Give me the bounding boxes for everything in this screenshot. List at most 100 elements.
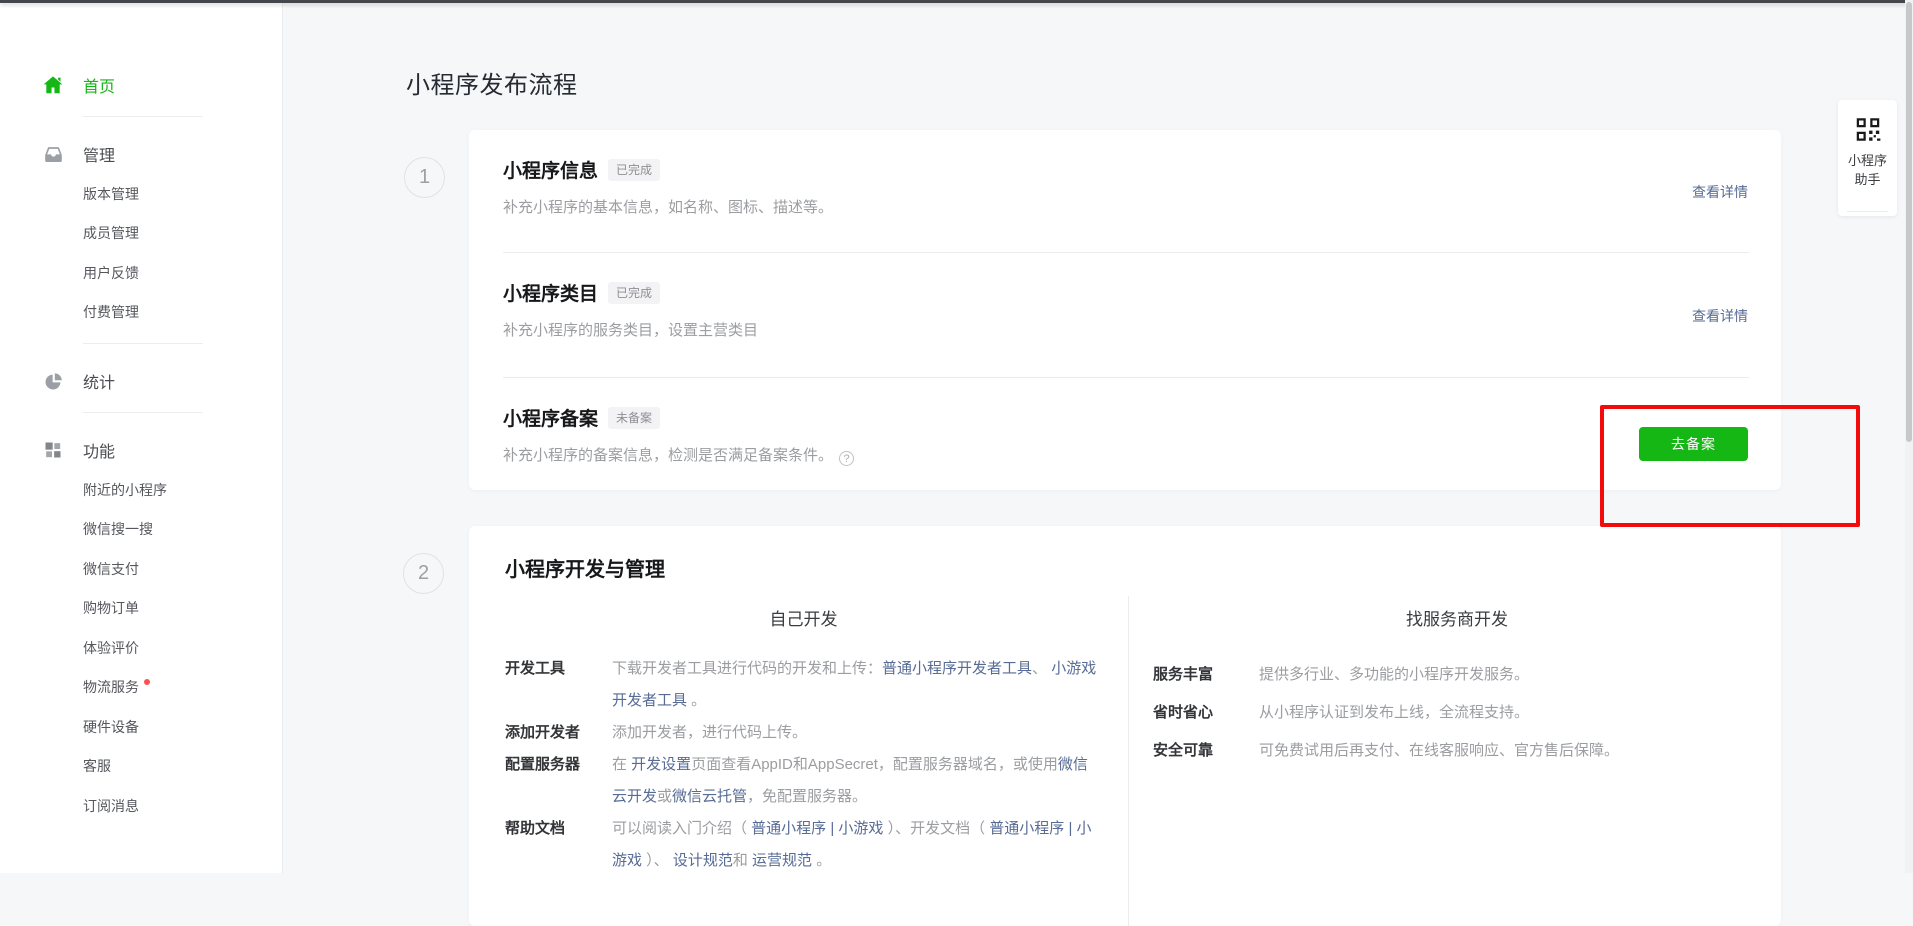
sidebar-item-label: 购物订单 [83,598,139,618]
sidebar-item-label: 首页 [83,73,115,97]
sidebar-item-用户反馈[interactable]: 用户反馈 [0,253,282,293]
sidebar-item-成员管理[interactable]: 成员管理 [0,214,282,254]
sidebar-item-硬件设备[interactable]: 硬件设备 [0,707,282,747]
home-icon [42,74,64,96]
inline-text: ）、开发文档（ [883,820,989,837]
develop-row-description: 下载开发者工具进行代码的开发和上传：普通小程序开发者工具、 小游戏开发者工具 。 [612,653,1102,717]
top-dark-strip [0,0,1913,3]
sidebar-item-客服[interactable]: 客服 [0,747,282,787]
inline-link[interactable]: | [1064,820,1076,837]
qr-code-icon [1854,116,1882,143]
develop-row-description: 添加开发者，进行代码上传。 [612,717,1102,749]
sidebar-item-付费管理[interactable]: 付费管理 [0,293,282,333]
status-badge: 已完成 [608,282,660,304]
inline-link[interactable]: 开发设置 [631,756,691,773]
service-row-description: 可免费试用后再支付、在线客服响应、官方售后保障。 [1259,732,1619,770]
step1-row-1: 小程序信息已完成补充小程序的基本信息，如名称、图标、描述等。查看详情 [469,130,1781,253]
step1-row-2: 小程序类目已完成补充小程序的服务类目，设置主营类目查看详情 [469,253,1781,378]
sidebar-item-label: 成员管理 [83,223,139,243]
step2-number: 2 [418,562,429,585]
develop-row-label: 帮助文档 [505,813,612,877]
view-details-link[interactable]: 查看详情 [1692,130,1748,253]
inline-text: 或 [657,788,672,805]
inline-link[interactable]: 设计规范 [673,852,733,869]
step-row-description: 补充小程序的基本信息，如名称、图标、描述等。 [503,197,1748,218]
sidebar-item-label: 版本管理 [83,184,139,204]
sidebar: 首页管理版本管理成员管理用户反馈付费管理统计功能附近的小程序微信搜一搜微信支付购… [0,3,283,873]
inline-link[interactable]: | [826,820,838,837]
inline-link[interactable]: 运营规范 [752,852,812,869]
inline-text: 。 [687,692,706,709]
inline-link[interactable]: 普通小程序开发者工具 [882,660,1032,677]
develop-row-label: 配置服务器 [505,749,612,813]
self-develop-rows: 开发工具下载开发者工具进行代码的开发和上传：普通小程序开发者工具、 小游戏开发者… [505,653,1102,877]
service-provider-rows: 服务丰富提供多行业、多功能的小程序开发服务。省时省心从小程序认证到发布上线，全流… [1153,656,1761,770]
sidebar-item-label: 客服 [83,756,111,776]
sidebar-nav: 首页管理版本管理成员管理用户反馈付费管理统计功能附近的小程序微信搜一搜微信支付购… [0,65,282,826]
service-row-description: 提供多行业、多功能的小程序开发服务。 [1259,656,1529,694]
sidebar-item-体验评价[interactable]: 体验评价 [0,628,282,668]
step1-card: 小程序信息已完成补充小程序的基本信息，如名称、图标、描述等。查看详情小程序类目已… [469,130,1781,490]
inbox-icon [42,143,64,165]
sidebar-item-label: 付费管理 [83,302,139,322]
service-provider-row: 服务丰富提供多行业、多功能的小程序开发服务。 [1153,656,1761,694]
sidebar-item-物流服务[interactable]: 物流服务 [0,668,282,708]
inline-link[interactable]: 普通小程序 [751,820,826,837]
assistant-label-line2: 助手 [1838,170,1897,189]
inline-text: 、 [1032,660,1051,677]
sidebar-item-首页[interactable]: 首页 [0,65,282,105]
inline-text: 添加开发者，进行代码上传。 [612,724,807,741]
step2-number-circle: 2 [403,553,444,594]
step-row-description: 补充小程序的备案信息，检测是否满足备案条件。? [503,445,1748,466]
status-badge: 未备案 [608,407,660,429]
sidebar-item-微信搜一搜[interactable]: 微信搜一搜 [0,510,282,550]
sidebar-item-管理[interactable]: 管理 [0,134,282,174]
sidebar-item-label: 订阅消息 [83,796,139,816]
inline-link[interactable]: 普通小程序 [989,820,1064,837]
status-badge: 已完成 [608,159,660,181]
service-row-label: 省时省心 [1153,694,1259,732]
step-row-title-line: 小程序类目已完成 [503,282,1748,308]
inline-text: 可以阅读入门介绍（ [612,820,751,837]
step-row-title-line: 小程序信息已完成 [503,159,1748,185]
develop-row: 帮助文档可以阅读入门介绍（ 普通小程序 | 小游戏 ）、开发文档（ 普通小程序 … [505,813,1102,877]
sidebar-item-label: 管理 [83,142,115,166]
sidebar-item-功能[interactable]: 功能 [0,430,282,470]
inline-text: ）、 [642,852,673,869]
develop-row-description: 可以阅读入门介绍（ 普通小程序 | 小游戏 ）、开发文档（ 普通小程序 | 小游… [612,813,1102,877]
page-scrollbar[interactable] [1905,0,1913,873]
go-beian-button[interactable]: 去备案 [1639,427,1748,461]
step1-row-3: 小程序备案未备案补充小程序的备案信息，检测是否满足备案条件。?去备案 [469,378,1781,490]
app: { "colors": { "accent_green": "#14b714",… [0,0,1913,873]
develop-row-description: 在 开发设置页面查看AppID和AppSecret，配置服务器域名，或使用微信云… [612,749,1102,813]
sidebar-divider [83,343,203,344]
view-details-link[interactable]: 查看详情 [1692,253,1748,378]
page-title: 小程序发布流程 [406,65,578,100]
inline-text: 下载开发者工具进行代码的开发和上传： [612,660,882,677]
sidebar-item-label: 物流服务 [83,677,139,697]
service-row-description: 从小程序认证到发布上线，全流程支持。 [1259,694,1529,732]
self-develop-heading: 自己开发 [505,608,1102,632]
help-icon[interactable]: ? [839,451,854,466]
sidebar-item-订阅消息[interactable]: 订阅消息 [0,786,282,826]
scrollbar-thumb[interactable] [1906,2,1912,442]
sidebar-item-版本管理[interactable]: 版本管理 [0,174,282,214]
sidebar-item-label: 统计 [83,369,115,393]
service-provider-row: 省时省心从小程序认证到发布上线，全流程支持。 [1153,694,1761,732]
mini-program-assistant-widget[interactable]: 小程序 助手 [1838,100,1897,216]
service-row-label: 安全可靠 [1153,732,1259,770]
sidebar-item-label: 微信搜一搜 [83,519,153,539]
sidebar-item-统计[interactable]: 统计 [0,361,282,401]
inline-text: 在 [612,756,631,773]
step1-number-circle: 1 [404,157,445,198]
inline-link[interactable]: 小游戏 [838,820,883,837]
inline-link[interactable]: 微信云托管 [672,788,747,805]
develop-row-label: 开发工具 [505,653,612,717]
step1-number: 1 [419,166,430,189]
inline-text: ，免配置服务器。 [747,788,867,805]
service-provider-row: 安全可靠可免费试用后再支付、在线客服响应、官方售后保障。 [1153,732,1761,770]
sidebar-item-微信支付[interactable]: 微信支付 [0,549,282,589]
sidebar-item-购物订单[interactable]: 购物订单 [0,589,282,629]
step-row-title: 小程序类目 [503,284,598,305]
sidebar-item-附近的小程序[interactable]: 附近的小程序 [0,470,282,510]
